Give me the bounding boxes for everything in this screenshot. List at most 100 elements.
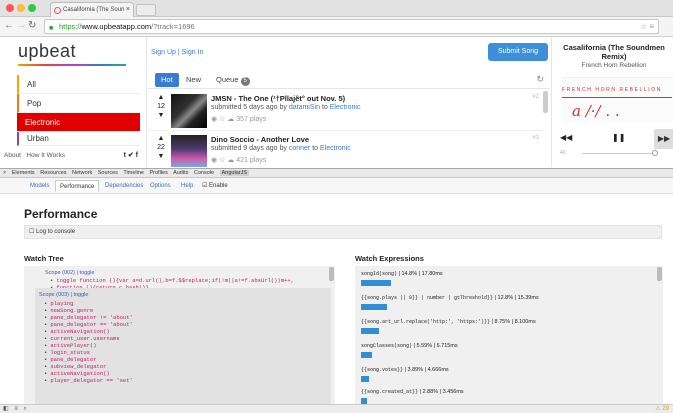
- watch-bar: [361, 304, 387, 310]
- dock-icon[interactable]: ◧: [3, 406, 9, 412]
- tab-close-icon[interactable]: ×: [126, 3, 130, 17]
- feed-scrollbar[interactable]: [543, 91, 548, 113]
- devtools-tab-sources[interactable]: Sources: [98, 170, 118, 176]
- watch-row: {{song.art_url.replace('http:', 'https:'…: [361, 319, 657, 343]
- enable-toggle[interactable]: ☑ Enable: [198, 180, 232, 192]
- sidebar-item-urban[interactable]: Urban: [17, 132, 140, 146]
- song-row[interactable]: ▲ 12 ▼ JMSN - The One (¹†Pllajêt° out No…: [148, 91, 543, 131]
- fast-forward-icon[interactable]: ▶▶: [654, 129, 673, 149]
- upvote-icon[interactable]: ▲: [155, 134, 167, 143]
- song-genre-link[interactable]: Electronic: [320, 145, 351, 152]
- tree-line: login_status: [44, 349, 90, 356]
- song-user-link[interactable]: conner: [289, 145, 310, 152]
- artwork-script: a /·/ . .: [572, 102, 620, 120]
- pause-icon[interactable]: ❚❚: [612, 133, 625, 142]
- sidebar-item-electronic[interactable]: Electronic: [17, 113, 140, 132]
- queue-count-badge: 5: [240, 77, 250, 86]
- watch-expressions: songId(song) | 14.8% | 17.80ms {{song.pl…: [355, 266, 663, 404]
- reload-icon[interactable]: ↻: [28, 20, 36, 32]
- maximize-window-icon[interactable]: [28, 4, 36, 12]
- back-icon[interactable]: ←: [4, 20, 14, 32]
- address-bar[interactable]: ■ https://www.upbeatapp.com/?track=1696 …: [44, 19, 659, 34]
- devtools-tab-angularjs[interactable]: AngularJS: [219, 170, 250, 176]
- devtools-tab-profiles[interactable]: Profiles: [150, 170, 168, 176]
- forward-icon[interactable]: →: [16, 20, 26, 32]
- subtab-options[interactable]: Options: [146, 180, 175, 192]
- warning-count[interactable]: ⚠ 29: [655, 405, 669, 413]
- devtools-tab-timeline[interactable]: Timeline: [123, 170, 144, 176]
- devtools-tab-console[interactable]: Console: [194, 170, 214, 176]
- sidebar-footer: About How It Works t ✔ f: [4, 152, 144, 159]
- song-title[interactable]: Dino Soccio - Another Love: [211, 135, 309, 144]
- sidebar-item-all[interactable]: All: [17, 75, 140, 94]
- rewind-icon[interactable]: ◀◀: [560, 133, 572, 142]
- scope-toggle[interactable]: Scope (002) | toggle: [45, 270, 94, 276]
- submit-song-button[interactable]: Submit Song: [488, 43, 548, 61]
- tree-line: playing: [44, 300, 73, 307]
- minimize-window-icon[interactable]: [17, 4, 25, 12]
- upvote-icon[interactable]: ▲: [155, 93, 167, 102]
- social-icons[interactable]: t ✔ f: [124, 151, 138, 159]
- sidebar-item-label: Urban: [27, 134, 49, 143]
- volume-track[interactable]: [582, 153, 652, 154]
- devtools-tab-resources[interactable]: Resources: [40, 170, 66, 176]
- share-icon[interactable]: ◉: [211, 157, 217, 164]
- tab-queue[interactable]: Queue 5: [210, 73, 256, 87]
- console-drawer-icon[interactable]: ≡: [14, 406, 18, 412]
- star-icon[interactable]: ☆: [219, 116, 225, 123]
- downvote-icon[interactable]: ▼: [155, 111, 167, 120]
- star-icon[interactable]: ☆: [219, 157, 225, 164]
- subtab-performance[interactable]: Performance: [55, 180, 100, 192]
- sidebar-item-pop[interactable]: Pop: [17, 94, 140, 113]
- watch-expressions-scrollbar[interactable]: [657, 267, 662, 281]
- song-row[interactable]: ▲ 22 ▼ Dino Soccio - Another Love submit…: [148, 132, 543, 167]
- devtools-tab-audits[interactable]: Audits: [173, 170, 188, 176]
- song-genre-link[interactable]: Electronic: [330, 104, 361, 111]
- vote-widget: ▲ 22 ▼: [155, 134, 167, 161]
- lock-icon: ■: [49, 25, 54, 32]
- close-window-icon[interactable]: [6, 4, 14, 12]
- watch-expr: songId(song) | 14.8% | 17.80ms: [361, 271, 443, 277]
- devtools-tab-elements[interactable]: Elements: [12, 170, 35, 176]
- search-icon[interactable]: ⌕: [24, 406, 27, 412]
- song-artwork[interactable]: [171, 94, 207, 128]
- logo[interactable]: upbeat: [18, 41, 76, 62]
- song-user-link[interactable]: datamiSin: [289, 104, 320, 111]
- log-to-console-checkbox[interactable]: ☐ Log to console: [24, 225, 662, 239]
- scope-toggle[interactable]: Scope (003) | toggle: [39, 292, 88, 298]
- watch-bar: [361, 352, 373, 358]
- how-it-works-link[interactable]: How It Works: [26, 152, 65, 159]
- share-icon[interactable]: ◉: [211, 116, 217, 123]
- watch-tree-scrollbar[interactable]: [329, 267, 334, 281]
- song-artwork[interactable]: [171, 135, 207, 167]
- watch-expr: {{song.art_url.replace('http:', 'https:'…: [361, 319, 536, 325]
- volume-knob[interactable]: [652, 150, 658, 156]
- bookmark-star-icon[interactable]: ☆ ≡: [640, 20, 654, 33]
- tab-queue-label: Queue: [216, 75, 239, 84]
- downvote-icon[interactable]: ▼: [155, 152, 167, 161]
- subtab-help[interactable]: Help: [177, 180, 197, 192]
- song-title[interactable]: JMSN - The One (¹†Pllajêt° out Nov. 5): [211, 94, 345, 103]
- new-tab-button[interactable]: [136, 4, 156, 16]
- player-artist: French Horn Rebellion: [581, 62, 647, 69]
- about-link[interactable]: About: [4, 152, 21, 159]
- to-text: to: [321, 104, 328, 111]
- subtab-dependencies[interactable]: Dependencies: [101, 180, 147, 192]
- browser-tab[interactable]: Casalifornia (The Soun ×: [50, 2, 134, 17]
- song-meta: ◉ ☆ ☁ 421 plays: [211, 156, 266, 164]
- watch-bar: [361, 280, 391, 286]
- subtab-models[interactable]: Models: [26, 180, 53, 192]
- url-path: /?track=1696: [151, 22, 195, 31]
- signup-link[interactable]: Sign Up: [151, 49, 176, 56]
- signin-link[interactable]: Sign In: [182, 49, 204, 56]
- player-controls: ◀◀ ❚❚ ▶▶: [556, 129, 673, 151]
- devtools-close-icon[interactable]: ×: [3, 170, 6, 176]
- watch-stat: | 12.8% | 15.39ms: [493, 295, 539, 301]
- tree-line: activePlayer(): [44, 342, 96, 349]
- tab-hot[interactable]: Hot: [155, 73, 179, 87]
- watch-expr: {{song.created_at}} | 2.88% | 3.456ms: [361, 389, 464, 395]
- player-title: Casalifornia (The Soundmen Remix): [563, 43, 665, 61]
- refresh-icon[interactable]: ↻: [536, 74, 544, 85]
- devtools-tab-network[interactable]: Network: [72, 170, 92, 176]
- tab-new[interactable]: New: [180, 73, 207, 87]
